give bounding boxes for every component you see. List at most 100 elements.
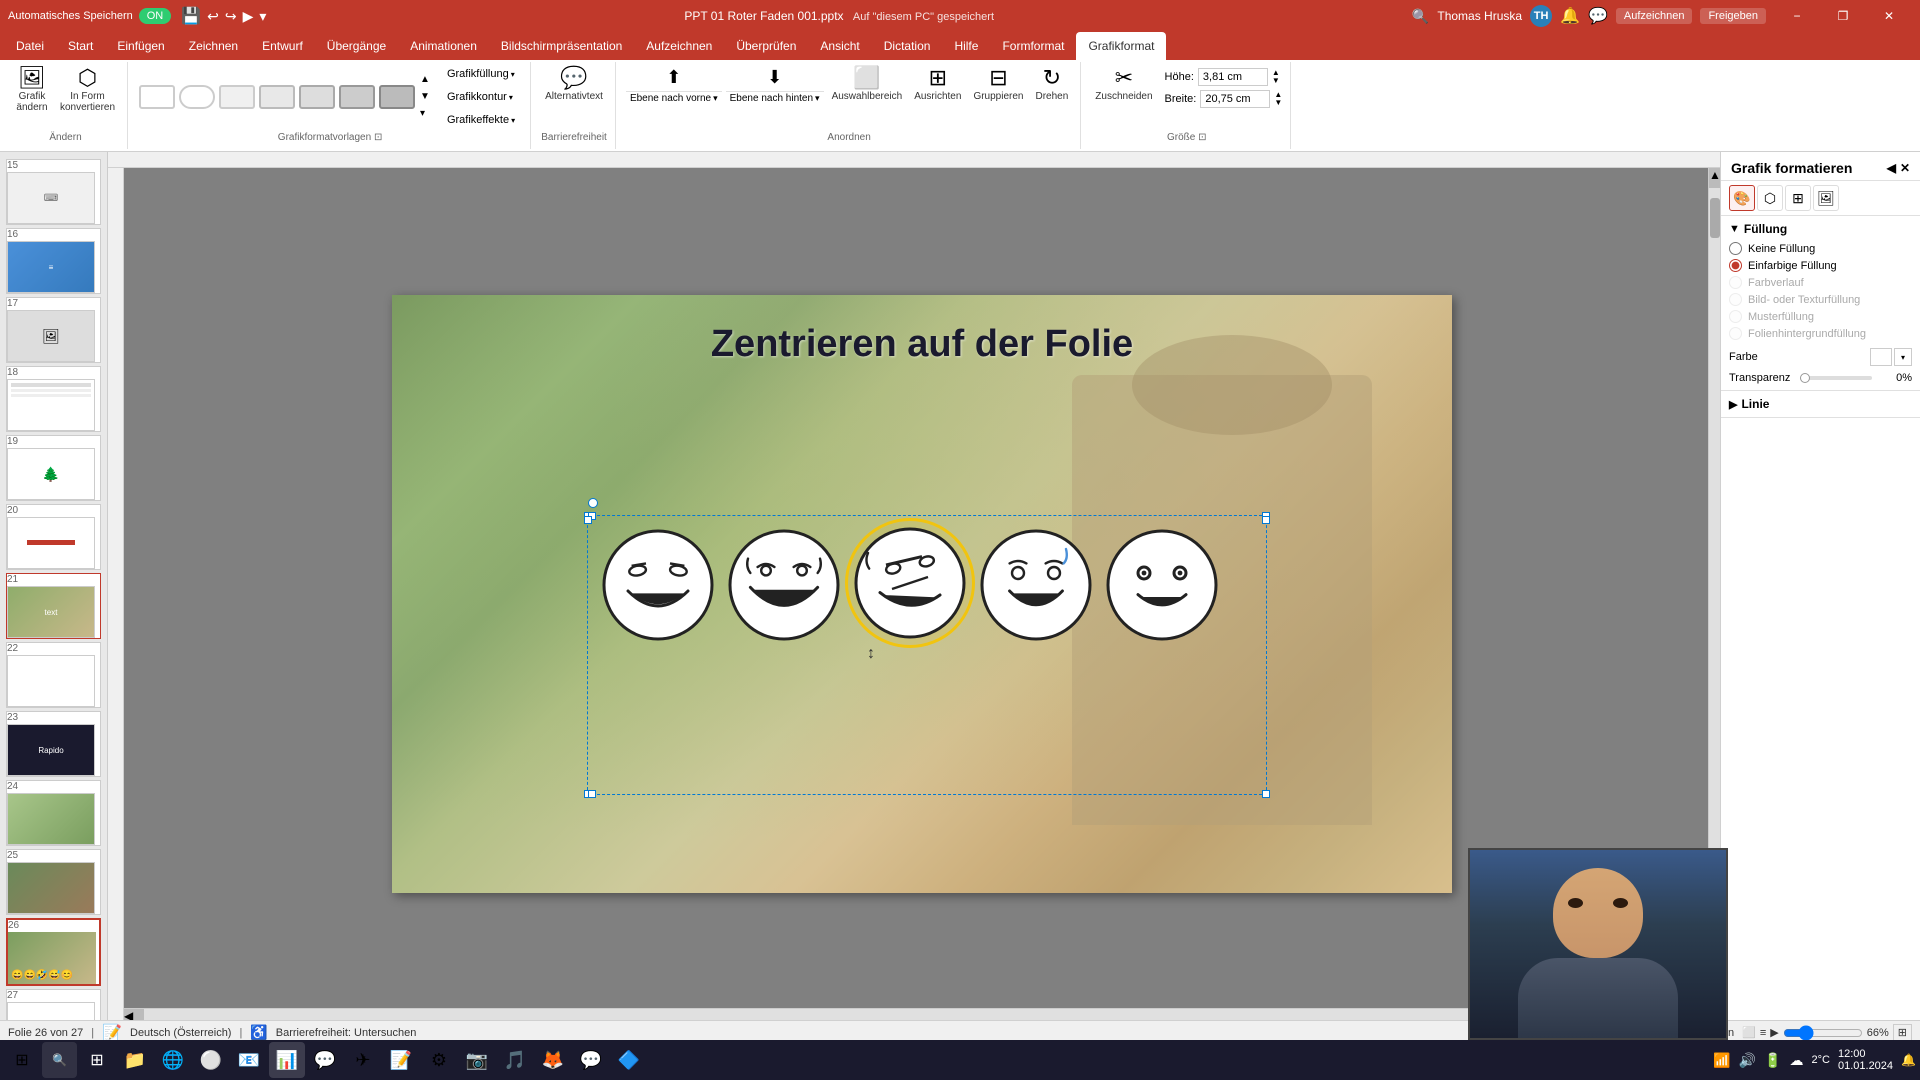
powerpoint-icon[interactable]: 📊	[269, 1042, 305, 1078]
start-button[interactable]: ⊞	[4, 1042, 40, 1078]
search-button[interactable]: 🔍	[42, 1042, 77, 1078]
tab-hilfe[interactable]: Hilfe	[942, 32, 990, 60]
slide-thumb-17[interactable]: 17 🖼	[6, 297, 101, 363]
in-form-konvertieren-button[interactable]: ⬡ In Formkonvertieren	[56, 64, 119, 116]
tab-einfuegen[interactable]: Einfügen	[105, 32, 176, 60]
slideshow-view-btn[interactable]: ▶	[1770, 1026, 1778, 1039]
shape-preset-4[interactable]	[259, 85, 295, 109]
color-swatch[interactable]	[1870, 348, 1892, 366]
height-input[interactable]	[1198, 68, 1268, 86]
volume-icon[interactable]: 🔊	[1739, 1052, 1756, 1069]
tab-bildschirm[interactable]: Bildschirmpräsentation	[489, 32, 634, 60]
tab-aufzeichnen[interactable]: Aufzeichnen	[634, 32, 724, 60]
color-dropdown[interactable]: ▾	[1894, 348, 1912, 366]
browser2-icon[interactable]: 🦊	[535, 1042, 571, 1078]
close-button[interactable]: ✕	[1866, 0, 1912, 32]
handle-ml[interactable]	[584, 516, 592, 524]
teams-icon[interactable]: 💬	[307, 1042, 343, 1078]
groesse-expand[interactable]: ⊡	[1198, 132, 1206, 143]
auswahlbereich-button[interactable]: ⬜ Auswahlbereich	[828, 64, 907, 105]
aufzeichnen-btn[interactable]: Aufzeichnen	[1616, 8, 1693, 24]
chat-icon[interactable]: 💬	[573, 1042, 609, 1078]
linie-section-header[interactable]: ▶ Linie	[1721, 391, 1920, 418]
grafikformatvorlagen-expand[interactable]: ⊡	[374, 132, 382, 143]
transparency-slider[interactable]	[1800, 376, 1872, 380]
format-tab-shape-icon[interactable]: ⬡	[1757, 185, 1783, 211]
hscroll-left[interactable]: ◀	[124, 1009, 144, 1020]
grafikkontur-button[interactable]: Grafikkontur▾	[440, 87, 522, 107]
width-input[interactable]	[1200, 90, 1270, 108]
handle-br[interactable]	[1262, 790, 1270, 798]
vscroll-up[interactable]: ▲	[1709, 168, 1720, 188]
slide-thumb-26[interactable]: 26 😄😄🤣😅😊	[6, 918, 101, 986]
tab-ueberpruefen[interactable]: Überprüfen	[724, 32, 808, 60]
height-down[interactable]: ▼	[1272, 77, 1280, 85]
camera-icon[interactable]: 📷	[459, 1042, 495, 1078]
redo-icon[interactable]: ↪	[225, 8, 237, 25]
grafikeffekte-button[interactable]: Grafikeffekte▾	[440, 110, 522, 130]
tab-animationen[interactable]: Animationen	[398, 32, 489, 60]
vscroll-thumb[interactable]	[1710, 198, 1720, 238]
format-tab-fill-icon[interactable]: 🎨	[1729, 185, 1755, 211]
share-icon[interactable]: 🔔	[1560, 6, 1580, 26]
alternativtext-button[interactable]: 💬 Alternativtext	[541, 64, 607, 105]
ausrichten-button[interactable]: ⊞ Ausrichten	[910, 64, 965, 105]
shape-preset-2[interactable]	[179, 85, 215, 109]
tab-grafikformat[interactable]: Grafikformat	[1076, 32, 1166, 60]
outline-view-btn[interactable]: ≡	[1760, 1027, 1766, 1039]
slide-panel[interactable]: 15 ⌨ 16 ≡ 17 🖼 18	[0, 152, 108, 1020]
normal-view-btn[interactable]: ⬜	[1742, 1026, 1756, 1039]
tab-entwurf[interactable]: Entwurf	[250, 32, 315, 60]
shape-preset-3[interactable]	[219, 85, 255, 109]
slide-thumb-24[interactable]: 24	[6, 780, 101, 846]
edge-icon[interactable]: 🌐	[155, 1042, 191, 1078]
slide-thumb-22[interactable]: 22	[6, 642, 101, 708]
ebene-nach-vorne-button[interactable]: ⬆	[661, 64, 686, 91]
slide-thumb-23[interactable]: 23 Rapido	[6, 711, 101, 777]
comments-icon[interactable]: 💬	[1588, 6, 1608, 26]
shape-preset-7[interactable]	[379, 85, 415, 109]
tab-uebergaenge[interactable]: Übergänge	[315, 32, 398, 60]
undo-icon[interactable]: ↩	[207, 8, 219, 25]
fit-page-btn[interactable]: ⊞	[1893, 1024, 1912, 1041]
ebene-nach-hinten-button[interactable]: ⬇	[762, 64, 787, 91]
shape-preset-1[interactable]	[139, 85, 175, 109]
handle-bc[interactable]	[588, 790, 596, 798]
telegram-icon[interactable]: ✈	[345, 1042, 381, 1078]
present-icon[interactable]: ▶	[243, 8, 254, 25]
save-icon[interactable]: 💾	[181, 6, 201, 26]
freigeben-btn[interactable]: Freigeben	[1700, 8, 1766, 24]
fuellung-header[interactable]: ▼ Füllung	[1729, 222, 1912, 236]
grafik-aendern-button[interactable]: 🖼 Grafikändern	[12, 64, 52, 116]
slide-thumb-25[interactable]: 25	[6, 849, 101, 915]
width-down[interactable]: ▼	[1274, 99, 1282, 107]
slide-thumb-21[interactable]: 21 text	[6, 573, 101, 639]
gruppieren-button[interactable]: ⊟ Gruppieren	[969, 64, 1027, 105]
preset-scroll-up[interactable]: ▲	[420, 75, 430, 85]
tab-zeichnen[interactable]: Zeichnen	[177, 32, 250, 60]
wifi-icon[interactable]: 📶	[1713, 1052, 1730, 1069]
shape-preset-5[interactable]	[299, 85, 335, 109]
chrome-icon[interactable]: ⚪	[193, 1042, 229, 1078]
tab-datei[interactable]: Datei	[4, 32, 56, 60]
keine-fuellung-radio[interactable]	[1729, 242, 1742, 255]
media-icon[interactable]: 🎵	[497, 1042, 533, 1078]
more-icon[interactable]: ▾	[259, 8, 266, 25]
battery-icon[interactable]: 🔋	[1764, 1052, 1781, 1069]
slide-thumb-15[interactable]: 15 ⌨	[6, 159, 101, 225]
tab-formformat[interactable]: Formformat	[990, 32, 1076, 60]
minimize-button[interactable]: −	[1774, 0, 1820, 32]
einfarbige-fuellung-radio[interactable]	[1729, 259, 1742, 272]
slide-thumb-16[interactable]: 16 ≡	[6, 228, 101, 294]
shape-preset-6[interactable]	[339, 85, 375, 109]
ebene-nach-vorne-dropdown[interactable]: Ebene nach vorne▾	[626, 91, 722, 105]
rotate-handle[interactable]	[588, 498, 598, 508]
format-panel-back[interactable]: ◀	[1887, 161, 1896, 175]
explorer-icon[interactable]: 📁	[117, 1042, 153, 1078]
transparency-thumb[interactable]	[1800, 373, 1810, 383]
preset-more[interactable]: ▾	[420, 109, 430, 119]
tab-start[interactable]: Start	[56, 32, 105, 60]
preset-scroll-down[interactable]: ▼	[420, 92, 430, 102]
ebene-nach-hinten-dropdown[interactable]: Ebene nach hinten▾	[726, 91, 824, 105]
notification-icon[interactable]: 🔔	[1901, 1053, 1916, 1067]
